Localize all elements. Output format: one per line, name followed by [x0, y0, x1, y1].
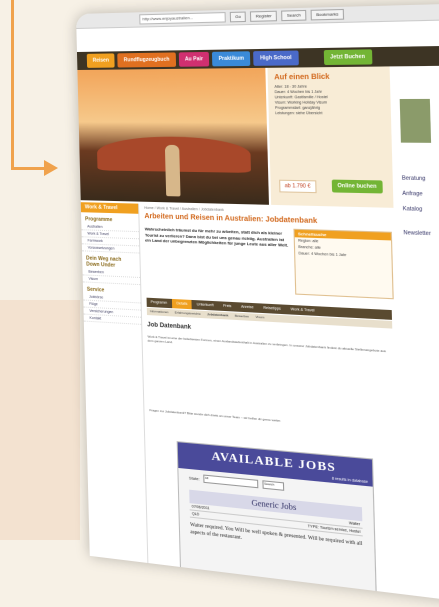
subtab-erfahrungsberichte[interactable]: Erfahrungsberichte	[172, 309, 205, 318]
sidebar-link-katalog[interactable]: Katalog	[403, 206, 423, 213]
job-date: 07/06/2011	[191, 504, 210, 511]
state-select[interactable]: All	[203, 474, 259, 489]
nav-tab-reisen[interactable]: Reisen	[86, 53, 116, 68]
tab-details[interactable]: Details	[172, 298, 192, 310]
offer-box: Auf einen Blick Alter: 18 - 30 Jahre Dau…	[267, 66, 394, 208]
tab-reisetipps[interactable]: Reisetipps	[259, 303, 286, 314]
advisor-photo	[399, 98, 432, 143]
state-filter-label: State:	[188, 474, 200, 481]
main-content: Home / Work & Travel / Australien / Jobd…	[140, 204, 404, 595]
tab-preis[interactable]: Preis	[219, 301, 236, 311]
hero-image-uluru	[77, 67, 269, 205]
website-screenshot: http://www.enjoyaustralien... Go Registe…	[76, 2, 439, 607]
nav-tab-au-pair[interactable]: Au Pair	[178, 51, 210, 67]
jobs-widget: AVAILABLE JOBS 8 results in database Sta…	[176, 441, 377, 594]
offer-line: Leistungen: siehe Übersicht	[275, 111, 323, 116]
job-kind: Waiter	[348, 520, 361, 527]
tab-programm[interactable]: Programm	[147, 298, 172, 309]
price-badge: ab 1.790 €	[279, 179, 317, 194]
subtab-visum[interactable]: Visum	[252, 314, 267, 322]
jobs-search-button[interactable]: Search	[262, 480, 285, 491]
body-paragraph: Work & Travel ist eine der beliebtesten …	[147, 334, 386, 354]
nav-tab-praktikum[interactable]: Praktikum	[212, 51, 251, 67]
nav-tab-high-school[interactable]: High School	[253, 50, 299, 66]
arrow-stem	[11, 0, 14, 168]
search-button[interactable]: Search	[281, 9, 307, 22]
bookmarks-button[interactable]: Bookmarks	[310, 8, 345, 21]
person-figure	[164, 144, 181, 197]
tab-anreise[interactable]: Anreise	[237, 302, 258, 313]
browser-toolbar: http://www.enjoyaustralien... Go Registe…	[76, 2, 439, 29]
background-panel	[0, 300, 80, 540]
job-state: QLD	[191, 511, 200, 517]
subtab-bewerben[interactable]: Bewerben	[231, 312, 252, 320]
arrow-right-icon	[44, 160, 58, 176]
intro-text: Wahrscheinlich träumst du für mehr zu ar…	[144, 226, 289, 248]
book-online-button[interactable]: Online buchen	[331, 179, 383, 194]
nav-tab-rundflug[interactable]: Rundflugzeugbuch	[117, 52, 176, 68]
tab-work-travel[interactable]: Work & Travel	[286, 305, 319, 316]
nav-tab-book-now[interactable]: Jetzt Buchen	[323, 49, 373, 66]
sidebar-link-newsletter[interactable]: Newsletter	[403, 230, 431, 237]
quick-search-box: Schnellsuche Region: alle Branche: alle …	[293, 228, 394, 300]
register-button[interactable]: Register	[250, 10, 278, 22]
subtab-jobdatenbank[interactable]: Jobdatenbank	[204, 311, 232, 320]
left-sidebar: Work & Travel Programme Australien Work …	[80, 202, 149, 564]
address-bar[interactable]: http://www.enjoyaustralien...	[139, 12, 226, 25]
body-paragraph: Fragen zur Jobdatenbank? Bitte wende dic…	[149, 408, 282, 423]
tab-unterkunft[interactable]: Unterkunft	[193, 300, 218, 311]
sidebar-link-anfrage[interactable]: Anfrage	[402, 191, 422, 198]
go-button[interactable]: Go	[229, 11, 247, 23]
subtab-informationen[interactable]: Informationen	[147, 308, 172, 317]
offer-title: Auf einen Blick	[274, 73, 330, 82]
sidebar-link-beratung[interactable]: Beratung	[402, 175, 426, 182]
section-heading: Job Datenbank	[147, 322, 192, 331]
